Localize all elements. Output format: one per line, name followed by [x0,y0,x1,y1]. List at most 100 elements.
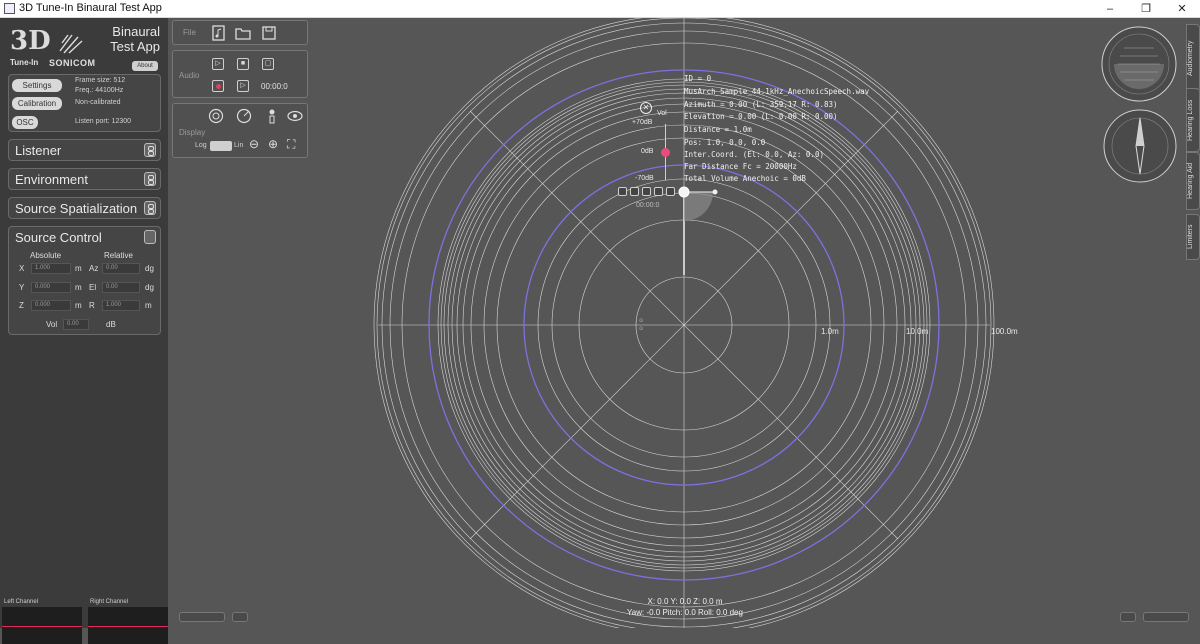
new-audio-file-icon[interactable] [211,25,227,41]
close-window-button[interactable]: ✕ [1164,0,1200,18]
absolute-column-label: Absolute [30,251,62,260]
source-id: ID = 0 [684,74,712,83]
volume-mid-label: 0dB [641,148,654,155]
volume-field[interactable]: 0.00 [63,319,89,330]
y-unit: m [75,283,82,292]
corner-icon-button[interactable] [1120,612,1136,622]
settings-button[interactable]: Settings [12,79,62,92]
corner-wide-button[interactable] [1143,612,1189,622]
source-mute-icon[interactable] [666,187,675,196]
source-elevation: Elevation = 0.00 (L: 0.00 R: 0.00) [684,112,838,121]
environment-section[interactable]: Environment [8,168,161,190]
zoom-in-icon[interactable]: ⊕ [268,137,278,151]
title-bar: 3D Tune-In Binaural Test App – ❐ ✕ [0,0,1200,18]
3d-tune-in-logo: 3D [10,26,51,56]
audio-label: Audio [179,71,200,80]
distance-field[interactable]: 1.000 [102,300,140,311]
r-label: R [89,301,95,310]
distance-label-100m: 100.0m [991,327,1018,336]
log-label: Log [195,142,207,149]
sound-source[interactable] [678,186,690,198]
expand-toggle-icon[interactable] [144,143,156,157]
minimize-button[interactable]: – [1092,0,1128,18]
osc-button[interactable]: OSC [12,116,38,129]
source-spatialization-section[interactable]: Source Spatialization [8,197,161,219]
left-channel-meter [2,607,82,644]
distance-label-10m: 10.0m [906,327,929,336]
record-icon[interactable] [212,80,224,92]
tab-hearing-loss[interactable]: Hearing Loss [1186,88,1200,152]
save-icon[interactable] [261,25,277,41]
elevation-field[interactable]: 0.00 [102,282,140,293]
environment-section-title: Environment [15,172,88,187]
listener-position-status: X: 0.0 Y: 0.0 Z: 0.0 m [647,597,723,606]
listen-port-label: Listen port: 12300 [75,118,132,125]
open-folder-icon[interactable] [235,25,251,41]
source-distance: Distance = 1.0m [684,125,752,134]
polar-view[interactable]: ⊙ ⊙ [170,18,1200,628]
source-azimuth: Azimuth = 0.00 (L: 359.17 R: 0.83) [684,100,838,109]
z-field[interactable]: 0.000 [31,300,71,311]
y-field[interactable]: 0.000 [31,282,71,293]
reset-view-button[interactable] [179,612,225,622]
source-total-volume: Total Volume Anechoic = 0dB [684,174,806,183]
play-icon[interactable]: ▷ [212,58,224,70]
source-stop-icon[interactable] [630,187,639,196]
volume-max-label: +70dB [632,119,653,126]
log-lin-toggle[interactable] [210,141,232,151]
listener-head-icon: ⊙ [639,318,643,324]
source-inter-coord: Inter.Coord. (El: 0.0, Az: 0.0) [684,150,824,159]
vol-label: Vol [46,320,58,329]
azimuth-field[interactable]: 0.00 [102,263,140,274]
z-unit: m [75,301,82,310]
about-button[interactable]: About [132,61,158,71]
y-label: Y [19,283,25,292]
source-loop-icon[interactable] [618,187,627,196]
screenshot-button[interactable] [232,612,248,622]
pause-icon[interactable]: ▢ [262,58,274,70]
fit-view-icon[interactable]: ⛶ [287,137,295,152]
tab-limiters[interactable]: Limiters [1186,214,1200,260]
right-channel-meter [88,607,168,644]
source-control-title: Source Control [15,230,102,245]
expand-toggle-icon[interactable] [144,201,156,215]
source-position: Pos: 1.0, 0.0, 0.0 [684,138,766,147]
logo-caption: Tune-In [10,58,39,67]
tab-hearing-aid[interactable]: Hearing Aid [1186,152,1200,210]
zoom-out-icon[interactable]: ⊖ [249,137,259,151]
source-pause-icon[interactable] [654,187,663,196]
x-field[interactable]: 1.000 [31,263,71,274]
distance-label-1m: 1.0m [821,327,839,336]
source-directivity-wedge [684,192,713,221]
frame-size-label: Frame size: 512 [75,77,126,84]
tab-audiometry[interactable]: Audiometry [1186,24,1200,92]
eye-icon[interactable] [287,108,303,124]
left-panel: 3D Tune-In SONICOM Binaural Test App Abo… [0,18,168,644]
elevation-view-icon[interactable] [264,108,280,124]
audio-timer: 00:00:0 [261,82,288,91]
stop-icon[interactable]: ■ [237,58,249,70]
close-source-icon[interactable]: ✕ [640,102,652,114]
vol-unit: dB [106,320,116,329]
volume-min-label: -70dB [635,175,654,182]
az-label: Az [89,264,99,273]
volume-slider-knob[interactable] [661,147,670,157]
compass-icon[interactable] [1102,108,1178,184]
play-record-icon[interactable]: ▷ [237,80,249,92]
source-timer: 00:00:0 [636,202,660,209]
expand-toggle-icon[interactable] [144,230,156,244]
listener-view-icon[interactable] [208,108,224,124]
source-play-icon[interactable] [642,187,651,196]
reverb-view-icon[interactable] [236,108,252,124]
maximize-button[interactable]: ❐ [1128,0,1164,18]
elevation-gauge[interactable] [1100,24,1178,104]
el-label: El [89,283,97,292]
source-handle-knob[interactable] [712,189,718,195]
listener-section[interactable]: Listener [8,139,161,161]
lin-label: Lin [234,142,244,149]
listener-head-icon: ⊙ [639,326,643,332]
listener-orientation-status: Yaw: -0.0 Pitch: 0.0 Roll: 0.0 deg [627,608,743,617]
calibration-status: Non-calibrated [75,99,121,106]
calibration-button[interactable]: Calibration [12,97,62,110]
expand-toggle-icon[interactable] [144,172,156,186]
